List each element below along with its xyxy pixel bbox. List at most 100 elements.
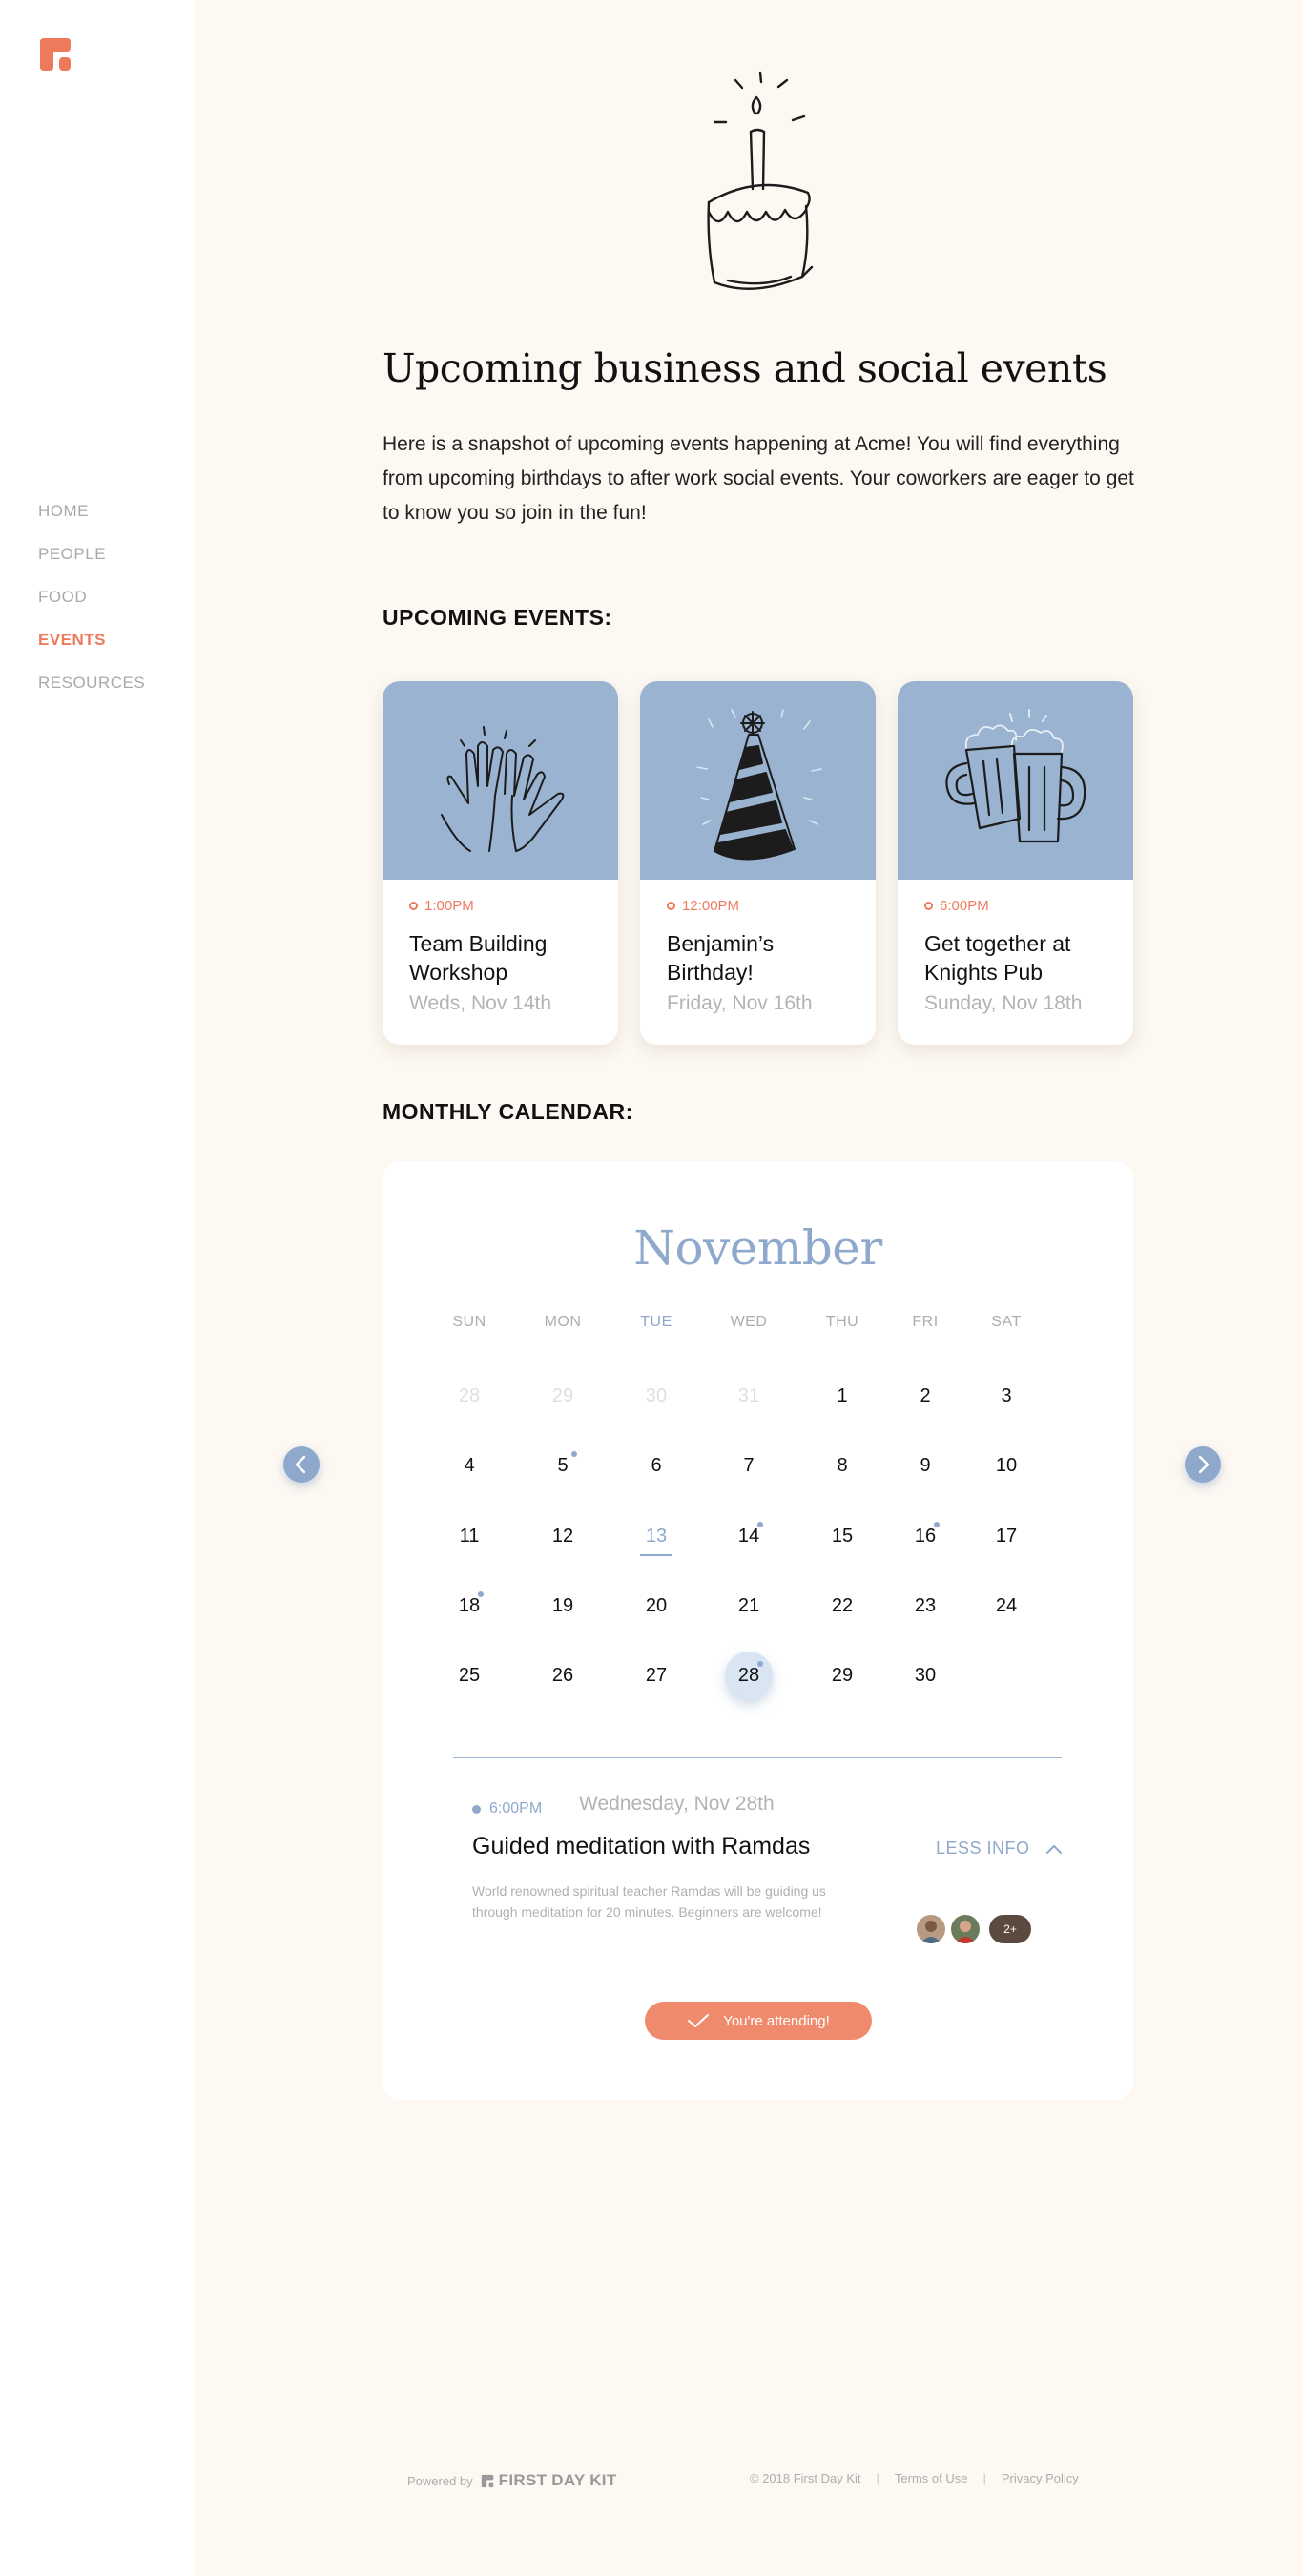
nav-item-home[interactable]: HOME	[38, 500, 145, 543]
event-time-label: 12:00PM	[682, 898, 740, 914]
event-time: 12:00PM	[667, 898, 739, 914]
powered-by: Powered by FIRST DAY KIT	[407, 2471, 617, 2490]
next-month-button[interactable]	[1185, 1446, 1221, 1483]
avatar[interactable]	[917, 1915, 945, 1943]
calendar-day-selected[interactable]: 28	[725, 1652, 773, 1699]
clock-dot-icon	[667, 902, 675, 910]
calendar-day[interactable]: 24	[982, 1582, 1030, 1630]
less-info-label: LESS INFO	[936, 1839, 1030, 1858]
nav-item-food[interactable]: FOOD	[38, 586, 145, 629]
birthday-cake-icon	[648, 67, 858, 296]
calendar-day[interactable]: 14	[725, 1512, 773, 1560]
calendar-panel: November SUN MON TUE WED THU FRI SAT 28 29 30 31 1…	[383, 1161, 1133, 2100]
nav-item-people[interactable]: PEOPLE	[38, 543, 145, 586]
calendar-day[interactable]: 25	[445, 1652, 493, 1699]
calendar-day[interactable]: 22	[818, 1582, 866, 1630]
party-hat-icon	[696, 709, 822, 861]
first-day-kit-logo	[481, 2474, 493, 2487]
calendar-day[interactable]: 12	[539, 1512, 587, 1560]
calendar-day[interactable]: 19	[539, 1582, 587, 1630]
main-content: Upcoming business and social events Here…	[195, 0, 1303, 2576]
event-time: 1:00PM	[409, 898, 474, 914]
calendar-day[interactable]: 18	[445, 1582, 493, 1630]
more-attendees-badge[interactable]: 2+	[989, 1915, 1031, 1943]
event-card-team-building[interactable]: 1:00PM Team Building Workshop Weds, Nov …	[383, 681, 618, 1045]
calendar-month-title: November	[633, 1220, 882, 1276]
calendar-day[interactable]: 3	[982, 1372, 1030, 1420]
calendar-day[interactable]: 1	[818, 1372, 866, 1420]
selected-event-title: Guided meditation with Ramdas	[472, 1833, 811, 1859]
selected-event-description: World renowned spiritual teacher Ramdas …	[472, 1883, 826, 1920]
calendar-day[interactable]: 29	[818, 1652, 866, 1699]
first-day-kit-logo[interactable]	[38, 36, 72, 73]
calendar-day[interactable]: 11	[445, 1512, 493, 1560]
separator: |	[982, 2471, 986, 2485]
chevron-up-icon	[1045, 1844, 1062, 1854]
calendar-day[interactable]: 9	[901, 1442, 949, 1489]
event-card-birthday[interactable]: 12:00PM Benjamin’s Birthday! Friday, Nov…	[640, 681, 876, 1045]
weekday-label: SUN	[452, 1314, 486, 1330]
calendar-day[interactable]: 21	[725, 1582, 773, 1630]
chevron-left-icon	[295, 1455, 306, 1474]
copyright: © 2018 First Day Kit	[750, 2471, 861, 2485]
main-nav: HOME PEOPLE FOOD EVENTS RESOURCES	[38, 500, 145, 715]
less-info-toggle[interactable]: LESS INFO	[936, 1839, 1063, 1859]
calendar-day: 28	[458, 1385, 481, 1406]
event-time-label: 6:00PM	[940, 898, 989, 914]
calendar-day[interactable]: 16	[901, 1512, 949, 1560]
card-illustration	[898, 681, 1133, 880]
calendar-day[interactable]: 30	[901, 1652, 949, 1699]
calendar-day[interactable]: 15	[818, 1512, 866, 1560]
terms-link[interactable]: Terms of Use	[895, 2471, 968, 2485]
monthly-calendar-heading: MONTHLY CALENDAR:	[383, 1099, 633, 1124]
calendar-day: 31	[737, 1385, 760, 1406]
calendar-day-today[interactable]: 13	[632, 1512, 680, 1560]
event-title: Team Building Workshop	[409, 931, 548, 985]
privacy-link[interactable]: Privacy Policy	[1002, 2471, 1079, 2485]
nav-item-resources[interactable]: RESOURCES	[38, 672, 145, 715]
calendar-day[interactable]: 4	[445, 1442, 493, 1489]
attending-button-label: You're attending!	[723, 2012, 830, 2029]
event-indicator-dot	[478, 1591, 484, 1597]
page-title: Upcoming business and social events	[383, 345, 1107, 391]
calendar-day[interactable]: 27	[632, 1652, 680, 1699]
powered-by-label: Powered by	[407, 2473, 473, 2488]
card-illustration	[640, 681, 876, 880]
footer-brand-link[interactable]: FIRST DAY KIT	[481, 2471, 617, 2490]
card-illustration	[383, 681, 618, 880]
selected-event-date: Wednesday, Nov 28th	[579, 1793, 775, 1815]
calendar-day[interactable]: 5	[539, 1442, 587, 1489]
calendar-day[interactable]: 26	[539, 1652, 587, 1699]
calendar-day[interactable]: 10	[982, 1442, 1030, 1489]
selected-event-time-label: 6:00PM	[489, 1800, 543, 1817]
weekday-label: TUE	[640, 1314, 672, 1330]
attending-button[interactable]: You're attending!	[645, 2002, 872, 2040]
calendar-day[interactable]: 8	[818, 1442, 866, 1489]
calendar-day[interactable]: 20	[632, 1582, 680, 1630]
event-title: Get together at Knights Pub	[924, 931, 1071, 985]
selected-event-time: 6:00PM	[472, 1800, 542, 1818]
calendar-day: 29	[551, 1385, 574, 1406]
calendar-day[interactable]: 2	[901, 1372, 949, 1420]
calendar-day[interactable]: 23	[901, 1582, 949, 1630]
divider	[453, 1757, 1062, 1758]
event-date: Weds, Nov 14th	[409, 992, 552, 1014]
event-indicator-dot	[934, 1522, 940, 1527]
previous-month-button[interactable]	[283, 1446, 320, 1483]
weekday-label: MON	[544, 1314, 582, 1330]
event-card-knights-pub[interactable]: 6:00PM Get together at Knights Pub Sunda…	[898, 681, 1133, 1045]
calendar-day[interactable]: 6	[632, 1442, 680, 1489]
avatar[interactable]	[951, 1915, 980, 1943]
attendee-avatars[interactable]: 2+	[917, 1915, 1031, 1943]
footer-links: © 2018 First Day Kit | Terms of Use | Pr…	[750, 2471, 1079, 2485]
event-title: Benjamin’s Birthday!	[667, 931, 775, 985]
weekday-label: THU	[825, 1314, 859, 1330]
event-date: Sunday, Nov 18th	[924, 992, 1083, 1014]
separator: |	[876, 2471, 879, 2485]
calendar-day[interactable]: 17	[982, 1512, 1030, 1560]
weekday-label: SAT	[991, 1314, 1022, 1330]
clock-dot-icon	[409, 902, 418, 910]
page-intro: Here is a snapshot of upcoming events ha…	[383, 433, 1134, 524]
calendar-day[interactable]: 7	[725, 1442, 773, 1489]
nav-item-events[interactable]: EVENTS	[38, 629, 145, 672]
